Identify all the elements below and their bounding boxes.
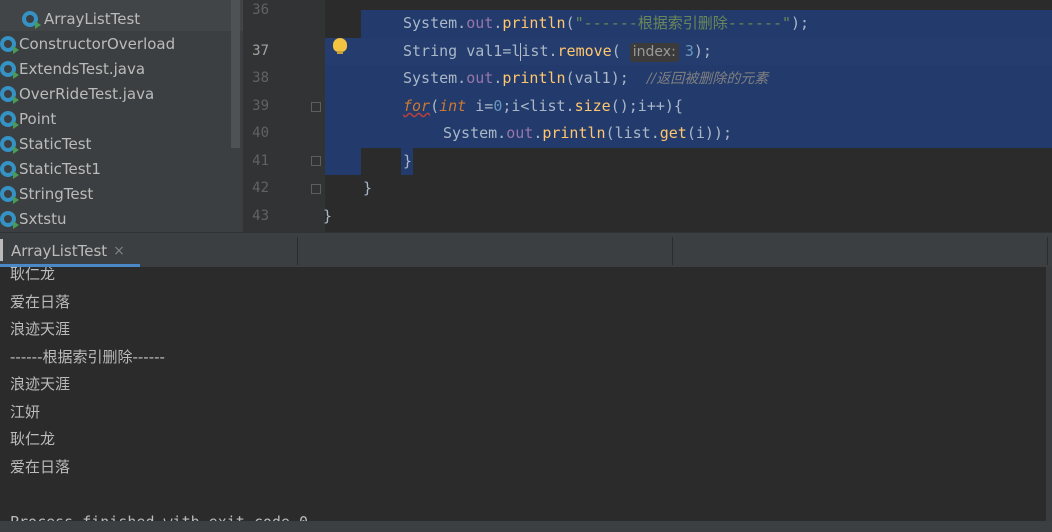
code-line-42: } (363, 179, 373, 197)
line-number: 38 (252, 70, 269, 86)
console-horizontal-scrollbar[interactable] (0, 521, 1052, 532)
tree-item-label: Point (19, 109, 57, 128)
tree-item-constructoroverload[interactable]: ConstructorOverload (0, 31, 243, 56)
tree-item-statictest[interactable]: StaticTest (0, 131, 243, 156)
tree-item-label: ConstructorOverload (19, 34, 176, 53)
project-tree: ArrayListTest ConstructorOverload Extend… (0, 0, 243, 232)
code-line-40: System.out.println(list.get(i)); (443, 124, 732, 142)
editor-gutter: 36 37 38 39 40 41 42 43 (243, 0, 325, 232)
tree-item-label: OverRideTest.java (19, 84, 155, 103)
code-line-43: } (323, 207, 333, 225)
tree-item-extendstest[interactable]: ExtendsTest.java (0, 56, 243, 81)
tab-run-arraylisttest[interactable]: ArrayListTest × (0, 233, 140, 268)
tree-item-label: StaticTest1 (19, 159, 101, 178)
java-class-icon (0, 85, 19, 104)
tree-scrollbar[interactable] (231, 0, 240, 148)
java-class-icon (0, 185, 19, 204)
code-line-39: for(int i=0;i<list.size();i++){ (403, 97, 683, 115)
line-number: 43 (252, 208, 269, 224)
tree-item-label: StringTest (19, 184, 94, 203)
tab-label: ArrayListTest (11, 241, 108, 260)
console-line: 浪迹天涯 (10, 375, 71, 393)
tab-divider (1047, 237, 1048, 265)
console-line: ------根据索引删除------ (10, 348, 165, 366)
console-vertical-scrollbar[interactable] (1046, 267, 1052, 521)
java-class-icon (0, 160, 19, 179)
tab-divider (297, 237, 298, 265)
parameter-hint: index: (629, 43, 679, 62)
tab-divider (672, 237, 673, 265)
run-tool-window-tabbar: ArrayListTest × (0, 232, 1052, 267)
code-line-38: System.out.println(val1); //返回被删除的元素 (403, 69, 769, 87)
code-editor[interactable]: 36 37 38 39 40 41 42 43 System.out.print… (243, 0, 1052, 232)
tree-item-arraylisttest[interactable]: ArrayListTest (0, 6, 243, 31)
tree-item-label: StaticTest (19, 134, 92, 153)
close-icon[interactable]: × (113, 243, 125, 259)
console-line: 浪迹天涯 (10, 320, 71, 338)
tree-item-point[interactable]: Point (0, 106, 243, 131)
code-line-36: System.out.println("------根据索引删除------")… (403, 14, 810, 32)
java-class-icon (22, 10, 41, 29)
line-number: 37 (252, 43, 269, 59)
java-class-icon (0, 60, 19, 79)
console-line: 爱在日落 (10, 458, 71, 476)
console-line: 耿仁龙 (10, 430, 56, 448)
fold-toggle-icon[interactable] (311, 156, 321, 166)
run-console[interactable]: 耿仁龙 爱在日落 浪迹天涯 ------根据索引删除------ 浪迹天涯 江妍… (0, 267, 1052, 532)
tree-item-label: ArrayListTest (44, 9, 141, 28)
tree-item-label: Sxtstu (19, 209, 67, 228)
fold-toggle-icon[interactable] (311, 184, 321, 194)
intention-bulb-icon[interactable] (333, 38, 347, 54)
tree-item-sxtstu[interactable]: Sxtstu (0, 206, 243, 231)
text-selection (325, 38, 361, 175)
console-line: 爱在日落 (10, 293, 71, 311)
console-line: 耿仁龙 (10, 267, 56, 283)
java-class-icon (0, 110, 19, 129)
java-class-icon (0, 135, 19, 154)
line-number: 41 (252, 153, 269, 169)
tree-item-label: ExtendsTest.java (19, 59, 146, 78)
code-line-41: } (403, 152, 413, 170)
line-number: 36 (252, 2, 269, 18)
console-line: 江妍 (10, 403, 41, 421)
tree-item-statictest1[interactable]: StaticTest1 (0, 156, 243, 181)
java-class-icon (0, 210, 19, 229)
tree-item-overridetest[interactable]: OverRideTest.java (0, 81, 243, 106)
line-number: 42 (252, 180, 269, 196)
tree-item-stringtest[interactable]: StringTest (0, 181, 243, 206)
line-number: 40 (252, 125, 269, 141)
code-line-37: String val1=list.remove( index: 3); (403, 42, 712, 62)
java-class-icon (0, 35, 19, 54)
fold-toggle-icon[interactable] (311, 102, 321, 112)
line-number: 39 (252, 98, 269, 114)
